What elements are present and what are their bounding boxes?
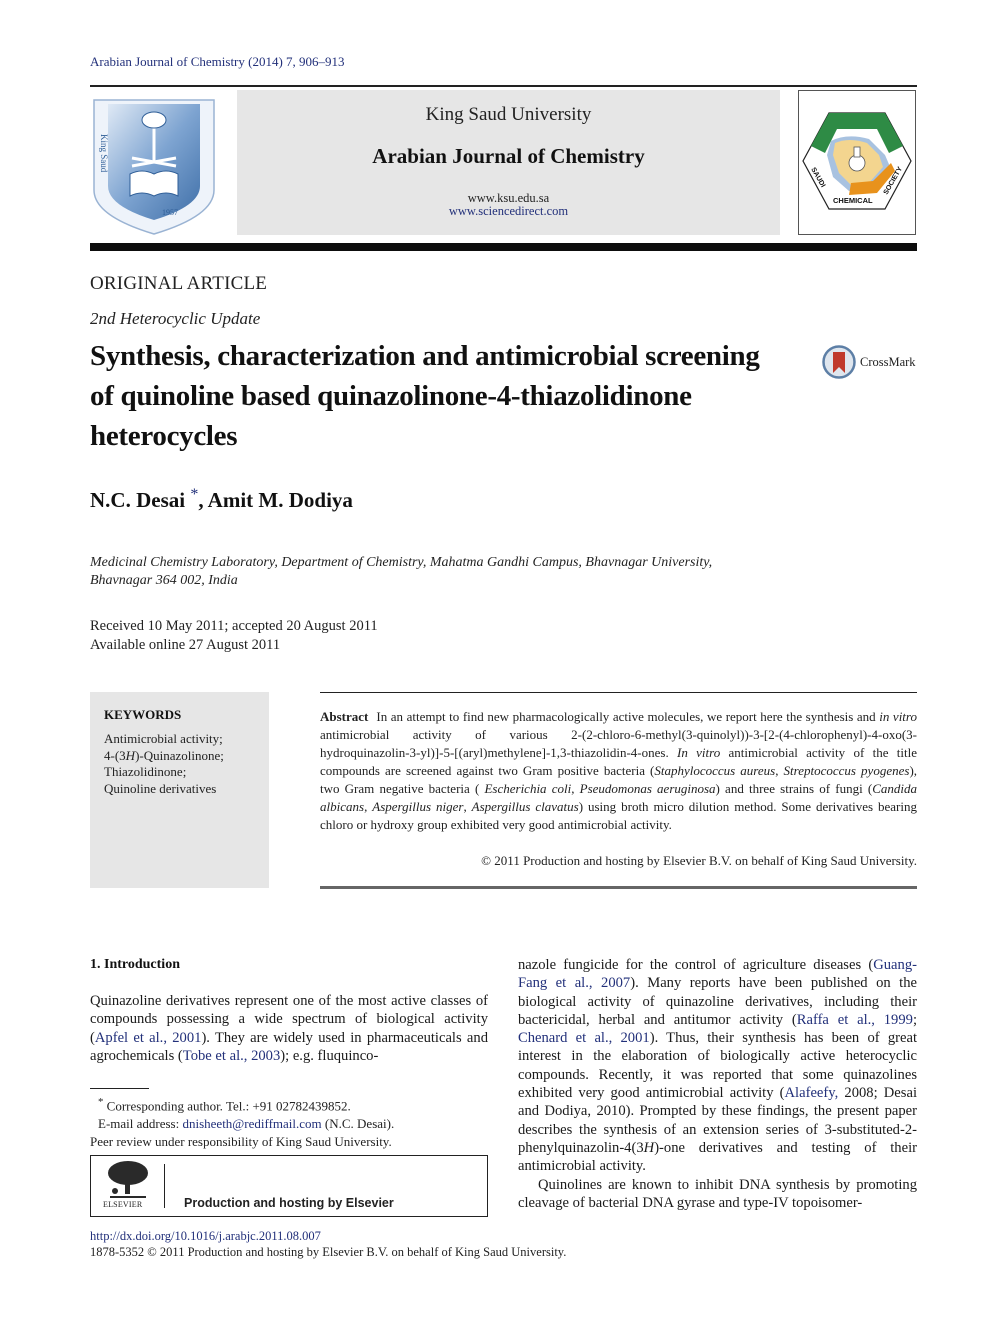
abstract-copyright: © 2011 Production and hosting by Elsevie… [481, 853, 917, 868]
body-column-left: Quinazoline derivatives represent one of… [90, 992, 488, 1065]
footnote-text: Corresponding author. Tel.: +91 02782439… [106, 1098, 351, 1114]
abstract-label: Abstract [320, 709, 369, 724]
abstract-italic: Streptococcus pyogenes [783, 763, 910, 778]
abstract-segment: , [775, 763, 784, 778]
footnotes: * Corresponding author. Tel.: +91 027824… [90, 1093, 490, 1151]
abstract-segment: , [571, 781, 580, 796]
body-italic: H [643, 1139, 655, 1156]
svg-text:1957: 1957 [162, 208, 178, 217]
email-label: E-mail address: [98, 1116, 183, 1132]
email-link[interactable]: dnisheeth@rediffmail.com [182, 1116, 321, 1131]
body-text: ); e.g. fluquinco- [280, 1047, 379, 1064]
abstract-italic: Aspergillus niger [372, 799, 464, 814]
university-name: King Saud University [425, 104, 592, 125]
sciencedirect-link[interactable]: www.sciencedirect.com [237, 204, 780, 219]
elsevier-hosting-box: ELSEVIER Production and hosting by Elsev… [90, 1155, 488, 1217]
author-list: N.C. Desai *, Amit M. Dodiya [90, 487, 353, 513]
body-text: ; [912, 1011, 918, 1028]
keyword-item: Quinoline derivatives [104, 780, 217, 796]
corresponding-author-note: * Corresponding author. Tel.: +91 027824… [90, 1093, 490, 1115]
journal-name: Arabian Journal of Chemistry [372, 144, 645, 168]
keyword-italic: H [125, 747, 136, 763]
crossmark-icon [822, 345, 856, 379]
abstract-italic: Aspergillus clavatus [471, 799, 579, 814]
available-date: Available online 27 August 2011 [90, 637, 281, 653]
abstract-text: Abstract In an attempt to find new pharma… [320, 708, 917, 834]
received-date: Received 10 May 2011; accepted 20 August… [90, 618, 378, 634]
abstract-italic: In vitro [677, 745, 721, 760]
doi-link[interactable]: http://dx.doi.org/10.1016/j.arabjc.2011.… [90, 1229, 321, 1244]
abstract-italic: Staphylococcus aureus [654, 763, 776, 778]
keywords-heading: KEYWORDS [104, 707, 182, 722]
footer-copyright: 1878-5352 © 2011 Production and hosting … [90, 1245, 567, 1259]
affiliation-line: Medicinal Chemistry Laboratory, Departme… [90, 555, 713, 570]
email-note: E-mail address: dnisheeth@rediffmail.com… [90, 1115, 490, 1133]
hexagon-emblem-icon: CHEMICAL SAUDI SOCIETY [802, 112, 912, 210]
article-series: 2nd Heterocyclic Update [90, 309, 261, 328]
elsevier-wordmark: ELSEVIER [103, 1200, 143, 1209]
elsevier-hosting-text: Production and hosting by Elsevier [184, 1196, 394, 1210]
header-rule [90, 85, 917, 87]
abstract-rule-bottom [320, 886, 917, 889]
footnote-mark: * [98, 1096, 104, 1108]
abstract-segment: In an attempt to find new pharmacologica… [376, 709, 880, 724]
header-thick-rule [90, 243, 917, 251]
keyword-item: Antimicrobial activity; [104, 731, 223, 746]
ksu-logo: King Saud 1957 [90, 94, 218, 236]
author-name: N.C. Desai [90, 488, 186, 512]
divider [164, 1164, 165, 1208]
article-type-label: ORIGINAL ARTICLE [90, 273, 268, 294]
shield-icon: King Saud 1957 [93, 99, 215, 235]
citation-link[interactable]: Apfel et al., 2001 [95, 1030, 202, 1046]
keyword-item: 4-(3H)-Quinazolinone; [104, 747, 224, 763]
peer-review-note: Peer review under responsibility of King… [90, 1134, 392, 1150]
abstract-italic: Escherichia coli [484, 781, 572, 796]
abstract-rule [320, 692, 917, 693]
elsevier-tree-icon [108, 1161, 148, 1198]
section-heading-introduction: 1. Introduction [90, 957, 180, 972]
keyword-item: Thiazolidinone; [104, 764, 187, 779]
svg-text:CHEMICAL: CHEMICAL [833, 196, 873, 205]
body-paragraph: Quinolines are known to inhibit DNA synt… [518, 1176, 917, 1211]
keywords-box: KEYWORDS Antimicrobial activity; 4-(3H)-… [90, 692, 269, 888]
abstract-italic: Pseudomonas aeruginosa [579, 781, 716, 796]
citation-link[interactable]: Tobe et al., 2003 [183, 1048, 280, 1064]
crossmark-button[interactable]: CrossMark [822, 345, 916, 379]
crossmark-label: CrossMark [860, 354, 916, 369]
body-text: nazole fungicide for the control of agri… [518, 957, 874, 973]
citation-link[interactable]: Chenard et al., 2001 [518, 1030, 650, 1046]
footnote-rule [90, 1088, 149, 1089]
journal-citation-link[interactable]: Arabian Journal of Chemistry (2014) 7, 9… [90, 54, 345, 70]
email-suffix: (N.C. Desai). [321, 1116, 395, 1132]
abstract-italic: in vitro [879, 709, 917, 724]
affiliation-line: Bhavnagar 364 002, India [90, 573, 238, 588]
svg-text:King Saud: King Saud [99, 134, 109, 173]
affiliation: Medicinal Chemistry Laboratory, Departme… [90, 554, 810, 590]
author-separator: , [198, 488, 208, 512]
abstract-segment: , [463, 799, 472, 814]
body-column-right: nazole fungicide for the control of agri… [518, 956, 917, 1212]
citation-link[interactable]: Raffa et al., 1999 [797, 1012, 913, 1028]
article-title: Synthesis, characterization and antimicr… [90, 340, 760, 452]
citation-link[interactable]: Alafeefy, [785, 1085, 839, 1101]
author-name: Amit M. Dodiya [207, 488, 353, 512]
article-dates: Received 10 May 2011; accepted 20 August… [90, 617, 378, 655]
saudi-chemical-society-logo: CHEMICAL SAUDI SOCIETY [798, 90, 916, 235]
journal-header-banner: King Saud University Arabian Journal of … [237, 90, 780, 235]
abstract-segment: ) and three strains of fungi ( [715, 781, 873, 796]
